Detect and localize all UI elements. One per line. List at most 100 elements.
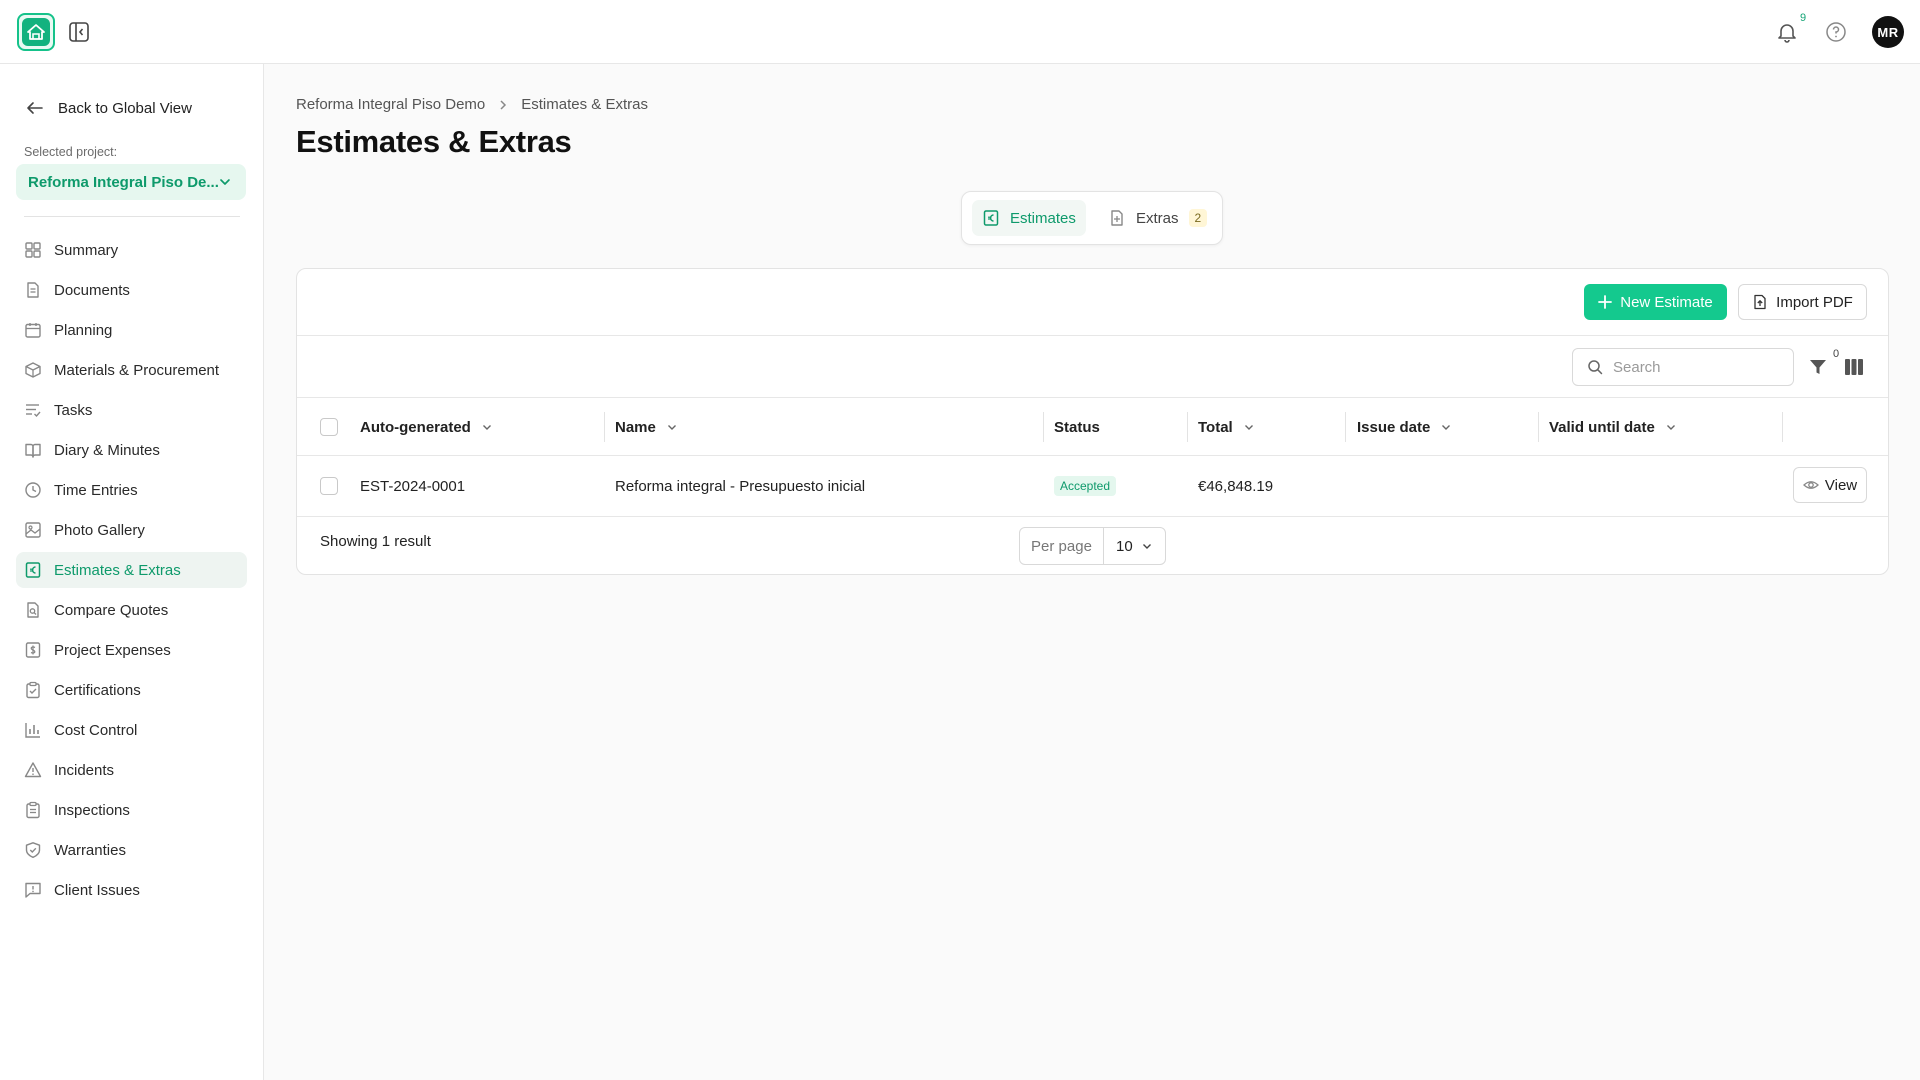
column-header-name[interactable]: Name: [615, 398, 678, 456]
estimate-code: EST-2024-0001: [360, 477, 466, 495]
sidebar-toggle-icon[interactable]: [68, 21, 90, 43]
sidebar-item-inspections[interactable]: Inspections: [16, 792, 247, 828]
columns-icon[interactable]: [1844, 358, 1864, 376]
table-row[interactable]: EST-2024-0001 Reforma integral - Presupu…: [297, 456, 1888, 517]
sidebar-item-incidents[interactable]: Incidents: [16, 752, 247, 788]
column-divider: [1345, 412, 1346, 442]
arrow-left-icon: [27, 102, 43, 114]
column-header-label: Valid until date: [1549, 418, 1655, 436]
bell-icon[interactable]: [1776, 21, 1798, 43]
column-divider: [1538, 412, 1539, 442]
checklist-icon: [26, 404, 41, 418]
breadcrumb-project-link[interactable]: Reforma Integral Piso Demo: [296, 96, 485, 113]
import-pdf-button[interactable]: Import PDF: [1738, 284, 1867, 320]
tab-extras[interactable]: Extras 2: [1098, 200, 1217, 236]
user-avatar[interactable]: MR: [1872, 16, 1904, 48]
clipboard-list-icon: [26, 801, 40, 819]
clock-icon: [25, 482, 41, 498]
card-header: New Estimate Import PDF: [297, 269, 1888, 336]
column-divider: [1187, 412, 1188, 442]
new-estimate-button[interactable]: New Estimate: [1584, 284, 1727, 320]
sidebar-item-diary[interactable]: Diary & Minutes: [16, 432, 247, 468]
sidebar-item-photo-gallery[interactable]: Photo Gallery: [16, 512, 247, 548]
table-header: Auto-generated Name Status Total Issue d…: [297, 398, 1888, 456]
sidebar-item-time-entries[interactable]: Time Entries: [16, 472, 247, 508]
calendar-icon: [25, 323, 41, 338]
eye-icon: [1802, 481, 1819, 489]
euro-doc-icon: [983, 210, 999, 226]
grid-icon: [25, 242, 41, 258]
sidebar-item-label: Incidents: [54, 761, 115, 779]
search-doc-icon: [27, 602, 39, 618]
warning-icon: [24, 762, 42, 778]
sidebar-item-compare-quotes[interactable]: Compare Quotes: [16, 592, 247, 628]
sidebar-item-cost-control[interactable]: Cost Control: [16, 712, 247, 748]
sidebar-item-label: Tasks: [54, 401, 93, 419]
sidebar-item-label: Warranties: [54, 841, 126, 859]
sidebar-item-client-issues[interactable]: Client Issues: [16, 872, 247, 908]
sidebar-item-label: Planning: [54, 321, 113, 339]
chevron-down-icon: [1244, 425, 1253, 430]
shield-check-icon: [25, 842, 41, 858]
sidebar-item-tasks[interactable]: Tasks: [16, 392, 247, 428]
project-selector[interactable]: Reforma Integral Piso De...: [16, 164, 246, 200]
sidebar-item-estimates-extras[interactable]: Estimates & Extras: [16, 552, 247, 588]
import-pdf-label: Import PDF: [1776, 293, 1853, 311]
column-header-label: Name: [615, 418, 656, 436]
column-header-label: Status: [1054, 418, 1100, 436]
project-selector-value: Reforma Integral Piso De...: [28, 173, 219, 191]
notification-count: 9: [1800, 12, 1807, 24]
status-badge: Accepted: [1054, 476, 1117, 496]
row-checkbox[interactable]: [320, 477, 338, 495]
estimate-name: Reforma integral - Presupuesto inicial: [615, 477, 866, 495]
box-icon: [25, 362, 41, 378]
chevron-down-icon: [482, 425, 491, 430]
top-bar: 9 MR: [0, 0, 1920, 64]
column-header-label: Total: [1198, 418, 1233, 436]
message-alert-icon: [25, 882, 41, 898]
house-icon: [22, 18, 50, 46]
per-page-dropdown[interactable]: 10: [1104, 528, 1165, 564]
sidebar-item-documents[interactable]: Documents: [16, 272, 247, 308]
help-icon[interactable]: [1825, 21, 1847, 43]
tab-bar: Estimates Extras 2: [961, 191, 1223, 245]
sidebar-item-label: Diary & Minutes: [54, 441, 160, 459]
chevron-down-icon: [1143, 544, 1151, 549]
view-label: View: [1824, 476, 1858, 494]
view-button[interactable]: View: [1793, 467, 1867, 503]
sidebar-item-label: Photo Gallery: [54, 521, 145, 539]
document-icon: [27, 282, 39, 298]
column-header-valid-until-date[interactable]: Valid until date: [1549, 398, 1677, 456]
search-input[interactable]: [1613, 358, 1773, 376]
column-header-issue-date[interactable]: Issue date: [1357, 398, 1452, 456]
select-all-checkbox[interactable]: [320, 418, 338, 436]
filter-icon[interactable]: [1808, 357, 1828, 377]
search-icon: [1588, 360, 1603, 375]
back-label: Back to Global View: [58, 99, 192, 117]
sidebar-item-warranties[interactable]: Warranties: [16, 832, 247, 868]
back-to-global-view-link[interactable]: Back to Global View: [26, 99, 192, 117]
sidebar-item-label: Time Entries: [54, 481, 138, 499]
sidebar-item-summary[interactable]: Summary: [16, 232, 247, 268]
chevron-down-icon: [1666, 425, 1675, 430]
sidebar-item-certifications[interactable]: Certifications: [16, 672, 247, 708]
chevron-down-icon: [667, 425, 676, 430]
tab-estimates[interactable]: Estimates: [972, 200, 1086, 236]
column-divider: [1043, 412, 1044, 442]
sidebar-item-label: Estimates & Extras: [54, 561, 181, 579]
sidebar-item-label: Compare Quotes: [54, 601, 169, 619]
image-icon: [25, 522, 41, 538]
sidebar-item-planning[interactable]: Planning: [16, 312, 247, 348]
sidebar-item-materials[interactable]: Materials & Procurement: [16, 352, 247, 388]
column-header-total[interactable]: Total: [1198, 398, 1255, 456]
per-page-label: Per page: [1020, 528, 1104, 564]
column-header-auto-generated[interactable]: Auto-generated: [360, 398, 493, 456]
sidebar-item-project-expenses[interactable]: Project Expenses: [16, 632, 247, 668]
app-logo[interactable]: [17, 13, 55, 51]
sidebar-item-label: Cost Control: [54, 721, 138, 739]
sidebar-item-label: Client Issues: [54, 881, 140, 899]
page-title: Estimates & Extras: [296, 124, 572, 159]
per-page-select[interactable]: Per page 10: [1019, 527, 1166, 565]
sidebar-item-label: Summary: [54, 241, 119, 259]
sidebar-item-label: Materials & Procurement: [54, 361, 220, 379]
